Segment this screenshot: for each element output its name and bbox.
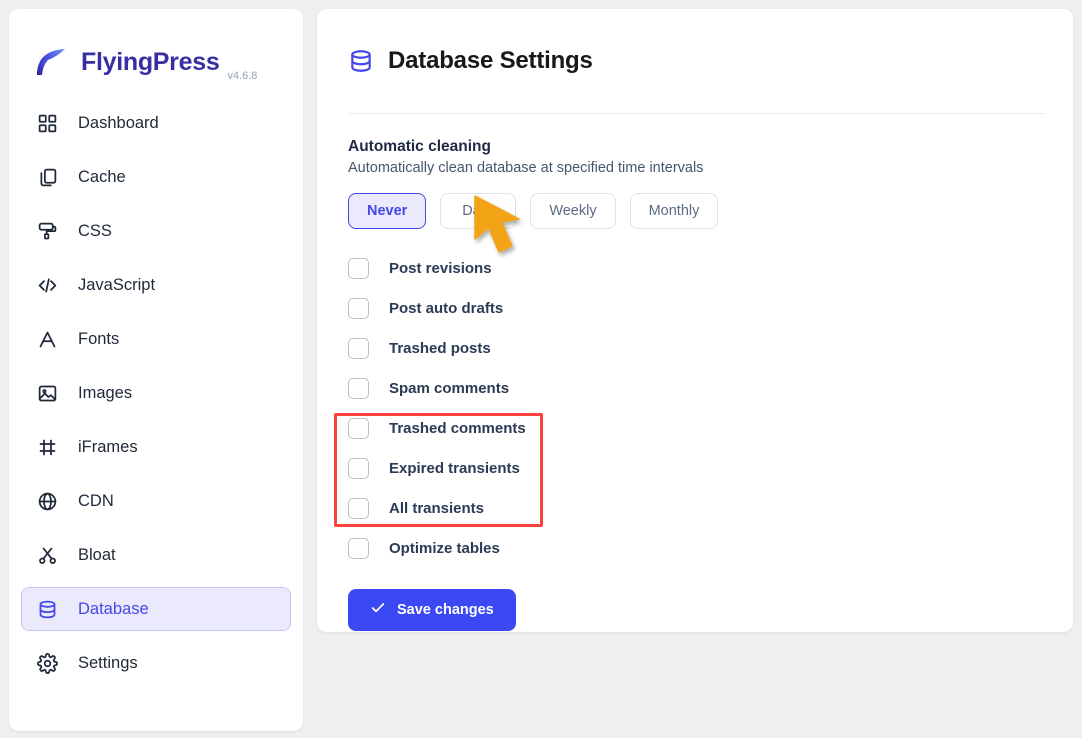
database-icon <box>36 598 58 620</box>
page-title: Database Settings <box>388 47 593 75</box>
section-title: Automatic cleaning <box>348 138 491 156</box>
checkbox-label: All transients <box>389 499 485 517</box>
checkbox-row-all-transients[interactable]: All transients <box>348 488 1045 528</box>
interval-option-daily[interactable]: Daily <box>440 193 517 230</box>
checkbox-optimize-tables[interactable] <box>348 537 369 559</box>
checkbox-label: Trashed posts <box>389 339 491 357</box>
grid-icon <box>36 112 58 134</box>
sidebar-item-iframes[interactable]: iFrames <box>21 425 291 469</box>
checkbox-label: Optimize tables <box>389 539 500 557</box>
checkbox-expired-transients[interactable] <box>348 457 369 479</box>
check-icon <box>370 600 386 620</box>
page-header: Database Settings <box>348 31 1045 113</box>
sidebar-item-label: Images <box>78 383 133 402</box>
save-changes-button[interactable]: Save changes <box>348 589 516 632</box>
sidebar-item-bloat[interactable]: Bloat <box>21 533 291 577</box>
sidebar-item-label: Fonts <box>78 329 120 348</box>
sidebar-item-label: JavaScript <box>78 275 156 294</box>
section-description: Automatically clean database at specifie… <box>348 160 704 177</box>
interval-option-monthly[interactable]: Monthly <box>629 193 719 230</box>
checkbox-trashed-posts[interactable] <box>348 337 369 359</box>
checkbox-post-revisions[interactable] <box>348 257 369 279</box>
sidebar-item-label: Bloat <box>78 545 116 564</box>
image-icon <box>36 382 58 404</box>
sidebar-item-label: Cache <box>78 167 126 186</box>
checkbox-label: Post revisions <box>389 259 492 277</box>
checkbox-row-expired-transients[interactable]: Expired transients <box>348 448 1045 488</box>
sidebar-item-label: CSS <box>78 221 112 240</box>
sidebar-item-label: Dashboard <box>78 113 159 132</box>
sidebar-item-css[interactable]: CSS <box>21 209 291 253</box>
checkbox-label: Post auto drafts <box>389 299 504 317</box>
checkbox-spam-comments[interactable] <box>348 377 369 399</box>
brand-name: FlyingPress <box>81 47 220 76</box>
sidebar-item-dashboard[interactable]: Dashboard <box>21 101 291 145</box>
checkbox-all-transients[interactable] <box>348 497 369 519</box>
main-content-card: Database Settings Automatic cleaning Aut… <box>317 9 1073 632</box>
sidebar-item-label: CDN <box>78 491 114 510</box>
code-brackets-icon <box>36 274 58 296</box>
sidebar-item-settings[interactable]: Settings <box>21 641 291 685</box>
interval-button-group: Never Daily Weekly Monthly <box>348 193 1045 230</box>
checkbox-row-trashed-comments[interactable]: Trashed comments <box>348 408 1045 448</box>
sidebar-item-fonts[interactable]: Fonts <box>21 317 291 361</box>
checkbox-label: Expired transients <box>389 459 520 477</box>
gear-icon <box>36 652 58 674</box>
globe-icon <box>36 490 58 512</box>
sidebar-item-javascript[interactable]: JavaScript <box>21 263 291 307</box>
brand-header: FlyingPress v4.6.8 <box>9 9 303 87</box>
sidebar-item-label: Settings <box>78 653 138 672</box>
checkbox-label: Trashed comments <box>389 419 526 437</box>
sidebar-item-database[interactable]: Database <box>21 587 291 631</box>
brand-version: v4.6.8 <box>227 70 258 82</box>
header-divider <box>348 113 1045 115</box>
sidebar-item-cdn[interactable]: CDN <box>21 479 291 523</box>
sidebar-item-label: iFrames <box>78 437 138 456</box>
sidebar-item-cache[interactable]: Cache <box>21 155 291 199</box>
checkbox-row-post-auto-drafts[interactable]: Post auto drafts <box>348 288 1045 328</box>
app-window: FlyingPress v4.6.8 Dashboard Cache CSS J… <box>0 0 1082 738</box>
checkbox-label: Spam comments <box>389 379 510 397</box>
checkbox-post-auto-drafts[interactable] <box>348 297 369 319</box>
checkbox-row-spam-comments[interactable]: Spam comments <box>348 368 1045 408</box>
sidebar-nav: Dashboard Cache CSS JavaScript Fonts Ima… <box>9 87 303 685</box>
cleanup-options-list: Post revisions Post auto drafts Trashed … <box>348 248 1045 568</box>
database-icon <box>348 48 374 74</box>
paint-roller-icon <box>36 220 58 242</box>
sidebar-item-images[interactable]: Images <box>21 371 291 415</box>
frame-icon <box>36 436 58 458</box>
save-changes-label: Save changes <box>397 602 494 619</box>
letter-a-icon <box>36 328 58 350</box>
checkbox-row-optimize-tables[interactable]: Optimize tables <box>348 528 1045 568</box>
sidebar-item-label: Database <box>78 599 149 618</box>
copy-icon <box>36 166 58 188</box>
interval-option-never[interactable]: Never <box>348 193 427 230</box>
scissors-icon <box>36 544 58 566</box>
checkbox-row-post-revisions[interactable]: Post revisions <box>348 248 1045 288</box>
checkbox-row-trashed-posts[interactable]: Trashed posts <box>348 328 1045 368</box>
feather-swoosh-icon <box>32 42 72 82</box>
sidebar: FlyingPress v4.6.8 Dashboard Cache CSS J… <box>9 9 303 731</box>
checkbox-trashed-comments[interactable] <box>348 417 369 439</box>
interval-option-weekly[interactable]: Weekly <box>530 193 616 230</box>
